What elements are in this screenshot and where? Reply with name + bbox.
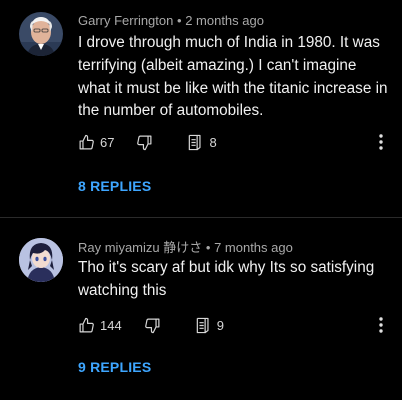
reply-count: 9 [216,317,224,333]
comment-text: Tho it's scary af but idk why Its so sat… [78,259,375,299]
more-vert-icon [379,317,383,333]
reply-button[interactable]: 9 [195,317,224,334]
more-options-button[interactable] [374,132,388,152]
comment-actions: 67 8 [78,132,217,152]
reply-count: 8 [209,134,217,150]
reply-icon [189,134,202,150]
meta-separator: • [205,240,211,255]
thumbs-up-icon [79,134,94,149]
avatar[interactable] [19,238,63,282]
comment-2: Ray miyamizu 静けさ • 7 months ago Tho it's… [0,218,402,400]
avatar-anime-icon [19,238,63,282]
thumbs-down-icon [144,318,160,333]
author-name[interactable]: Garry Ferrington [78,13,173,28]
author-name[interactable]: Ray miyamizu 静けさ [78,240,202,255]
like-button[interactable]: 67 [78,134,114,151]
reply-button[interactable]: 8 [187,134,217,151]
dislike-button[interactable] [144,317,161,334]
comment-1: Garry Ferrington • 2 months ago I drove … [0,0,402,217]
comment-meta: Garry Ferrington • 2 months ago [78,13,264,28]
comment-actions: 144 9 [78,315,224,335]
avatar[interactable] [19,12,63,56]
thumbs-down-icon [137,135,152,150]
like-count: 67 [100,134,115,150]
avatar-photo-icon [19,12,63,56]
view-replies-link[interactable]: 8 REPLIES [78,178,151,194]
comment-text: I drove through much of India in 1980. I… [78,34,388,120]
comment-meta: Ray miyamizu 静けさ • 7 months ago [78,237,293,256]
comment-time: 7 months ago [214,240,293,255]
like-button[interactable]: 144 [78,317,122,334]
comment-time: 2 months ago [185,13,264,28]
thumbs-up-icon [79,317,94,332]
view-replies-link[interactable]: 9 REPLIES [78,359,151,375]
like-count: 144 [100,317,122,333]
more-vert-icon [379,134,383,150]
meta-separator: • [177,13,182,28]
reply-icon [196,317,209,333]
dislike-button[interactable] [136,134,153,151]
more-options-button[interactable] [374,315,388,335]
